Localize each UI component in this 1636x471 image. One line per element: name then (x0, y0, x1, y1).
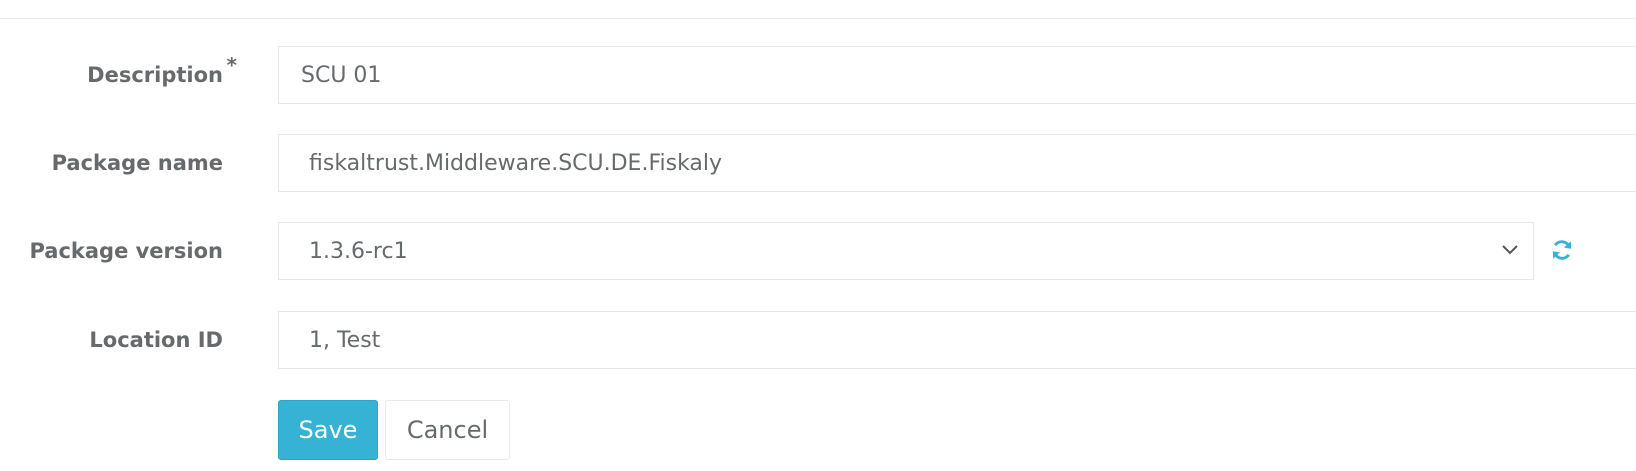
save-button[interactable]: Save (278, 400, 378, 460)
description-input[interactable]: SCU 01 (278, 46, 1636, 104)
refresh-icon[interactable] (1550, 238, 1574, 262)
top-divider (0, 18, 1636, 19)
description-label: Description * (87, 53, 237, 87)
cancel-button[interactable]: Cancel (385, 400, 510, 460)
scu-form-page: Description * SCU 01 Package name fiskal… (0, 0, 1636, 471)
package-name-label: Package name (51, 151, 223, 175)
package-name-row: Package name fiskaltrust.Middleware.SCU.… (0, 134, 1636, 192)
package-version-row: Package version 1.3.6-rc1 (0, 222, 1636, 280)
description-row: Description * SCU 01 (0, 46, 1636, 104)
location-id-input[interactable]: 1, Test (278, 311, 1636, 369)
location-id-label: Location ID (89, 328, 223, 352)
chevron-down-icon (1502, 245, 1518, 255)
package-version-select[interactable]: 1.3.6-rc1 (278, 222, 1534, 280)
form-actions: Save Cancel (0, 400, 1636, 460)
location-id-row: Location ID 1, Test (0, 311, 1636, 369)
package-name-input[interactable]: fiskaltrust.Middleware.SCU.DE.Fiskaly (278, 134, 1636, 192)
required-asterisk: * (226, 53, 237, 77)
package-version-label: Package version (29, 239, 223, 263)
